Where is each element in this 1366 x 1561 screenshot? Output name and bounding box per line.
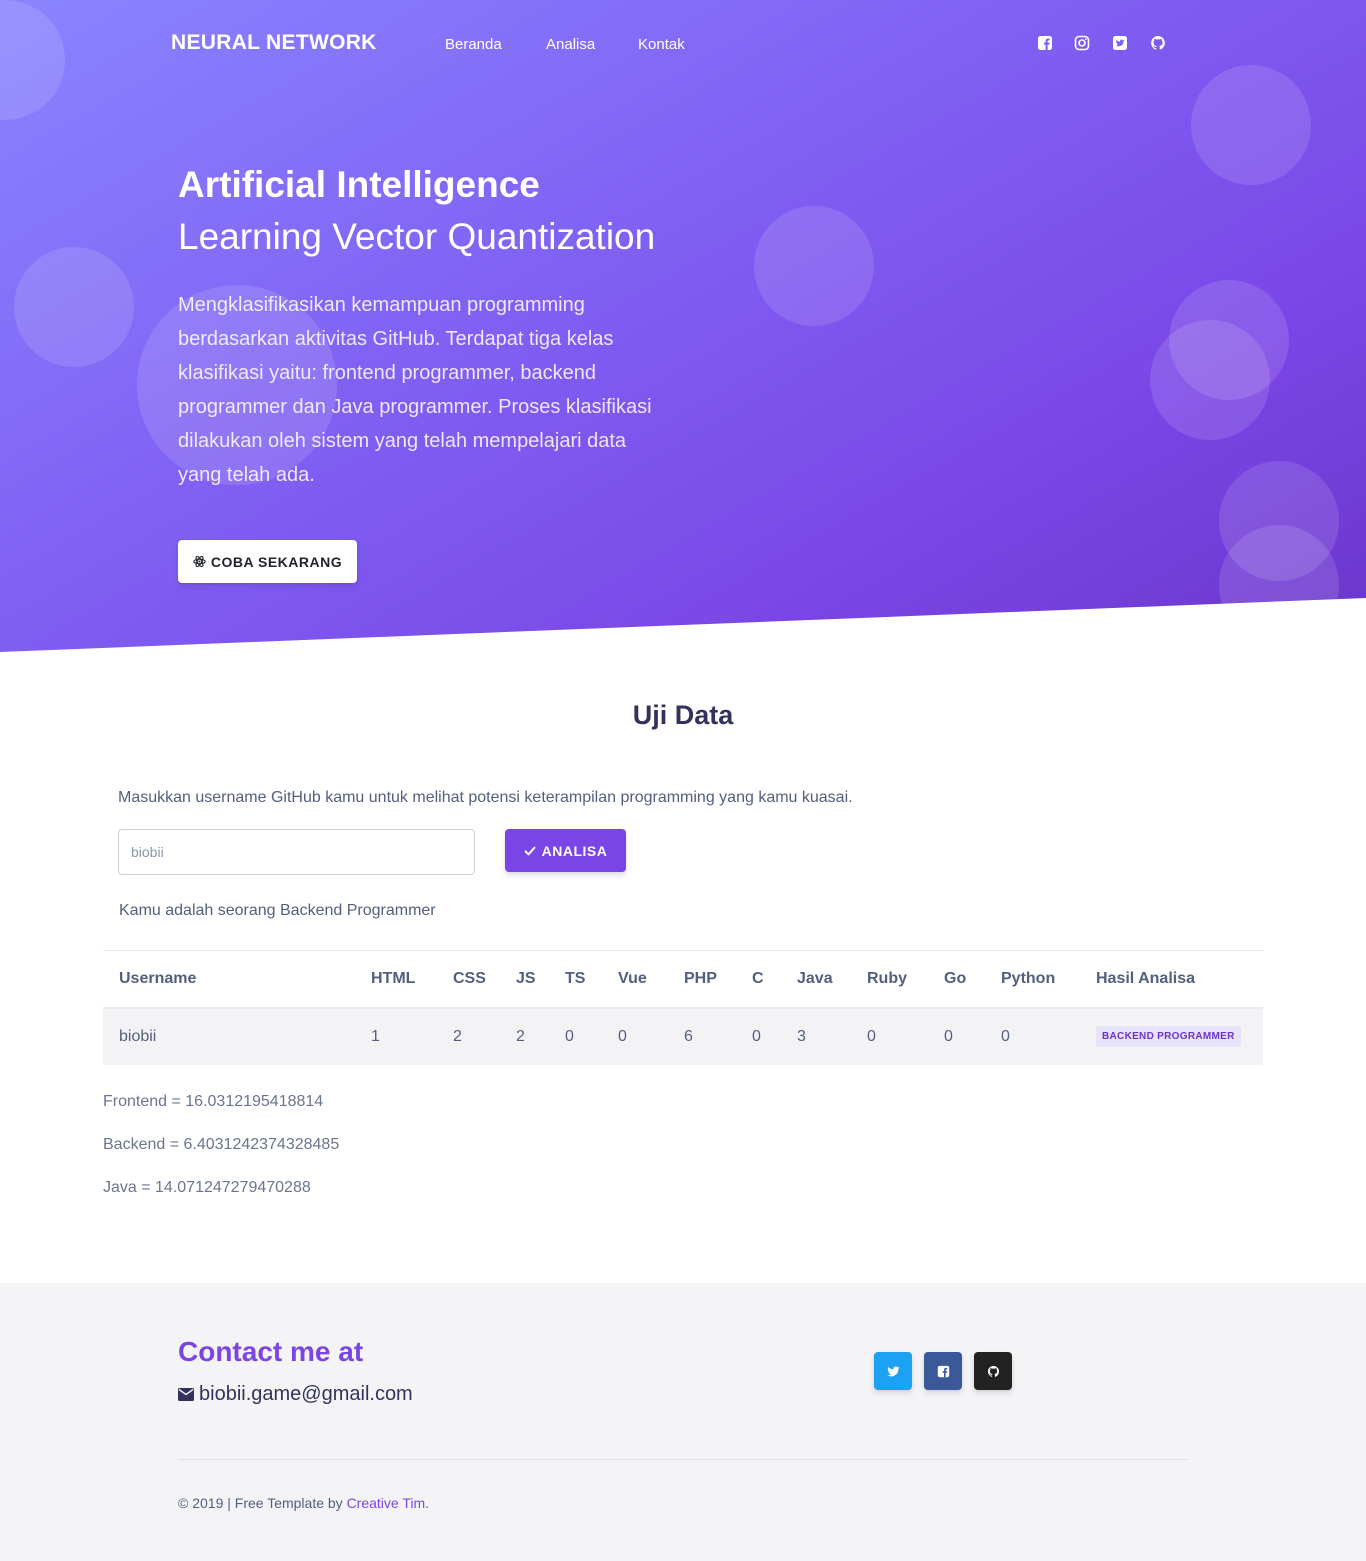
decor-circle	[1150, 320, 1270, 440]
table-cell: 0	[985, 1007, 1080, 1065]
hero-subtitle: Learning Vector Quantization	[178, 216, 656, 257]
results-table: Username HTML CSS JS TS Vue PHP C Java R…	[103, 950, 1263, 1065]
result-text: Kamu adalah seorang Backend Programmer	[119, 902, 436, 919]
table-cell-result: BACKEND PROGRAMMER	[1080, 1007, 1263, 1065]
github-icon[interactable]	[1150, 35, 1166, 51]
column-header: CSS	[437, 950, 500, 1009]
decor-circle	[1191, 65, 1311, 185]
table-row: biobii 1 2 2 0 0 6 0 3 0 0 0 BACKEND PRO…	[103, 1007, 1263, 1065]
column-header: Python	[985, 950, 1080, 1009]
score-java: Java = 14.071247279470288	[103, 1179, 311, 1196]
score-backend: Backend = 6.4031242374328485	[103, 1136, 340, 1153]
column-header: C	[736, 950, 781, 1009]
table-cell: 6	[668, 1007, 736, 1065]
contact-email[interactable]: biobii.game@gmail.com	[178, 1383, 413, 1406]
twitter-icon[interactable]	[1112, 35, 1128, 51]
table-header-row: Username HTML CSS JS TS Vue PHP C Java R…	[103, 950, 1263, 1009]
instagram-icon[interactable]	[1074, 35, 1090, 51]
atom-icon	[193, 555, 206, 568]
result-badge: BACKEND PROGRAMMER	[1096, 1026, 1241, 1047]
nav-link-kontak[interactable]: Kontak	[638, 36, 685, 53]
creative-tim-link[interactable]: Creative Tim	[347, 1495, 426, 1511]
nav-link-beranda[interactable]: Beranda	[445, 36, 502, 53]
contact-email-text: biobii.game@gmail.com	[199, 1383, 413, 1405]
column-header: Java	[781, 950, 851, 1009]
copyright: © 2019 | Free Template by Creative Tim.	[178, 1495, 429, 1511]
envelope-icon	[178, 1388, 194, 1401]
copyright-prefix: © 2019 | Free Template by	[178, 1495, 347, 1511]
column-header: JS	[500, 950, 549, 1009]
table-cell: 3	[781, 1007, 851, 1065]
analyze-button[interactable]: ANALISA	[505, 829, 626, 872]
facebook-icon	[937, 1365, 950, 1378]
table-cell: biobii	[103, 1007, 355, 1065]
username-input[interactable]: biobii	[118, 829, 475, 875]
try-now-label: COBA SEKARANG	[210, 553, 343, 570]
contact-title: Contact me at	[178, 1336, 364, 1367]
try-now-button[interactable]: COBA SEKARANG	[178, 540, 357, 583]
table-cell: 0	[851, 1007, 928, 1065]
facebook-icon[interactable]	[1037, 35, 1053, 51]
column-header: Ruby	[851, 950, 928, 1009]
table-cell: 0	[602, 1007, 668, 1065]
table-cell: 1	[355, 1007, 437, 1065]
analyze-label: ANALISA	[541, 842, 608, 859]
column-header: Go	[928, 950, 985, 1009]
github-icon	[987, 1365, 1000, 1378]
decor-circle	[0, 0, 65, 120]
hero-description: Mengklasifikasikan kemampuan programming…	[178, 294, 652, 486]
table-cell: 0	[736, 1007, 781, 1065]
hero-title: Artificial Intelligence	[178, 164, 540, 205]
twitter-icon	[886, 1365, 900, 1378]
twitter-button[interactable]	[874, 1352, 912, 1390]
table-cell: 2	[437, 1007, 500, 1065]
column-header: TS	[549, 950, 602, 1009]
column-header: Vue	[602, 950, 668, 1009]
footer	[0, 1283, 1366, 1561]
column-header: HTML	[355, 950, 437, 1009]
brand-logo[interactable]: NEURAL NETWORK	[171, 31, 377, 55]
column-header: PHP	[668, 950, 736, 1009]
check-icon	[524, 845, 536, 857]
table-cell: 0	[549, 1007, 602, 1065]
section-title: Uji Data	[632, 700, 734, 730]
decor-circle	[14, 247, 134, 367]
github-button[interactable]	[974, 1352, 1012, 1390]
column-header: Username	[103, 950, 355, 1009]
table-cell: 2	[500, 1007, 549, 1065]
input-prompt: Masukkan username GitHub kamu untuk meli…	[118, 789, 853, 806]
copyright-suffix: .	[425, 1495, 430, 1511]
decor-circle	[754, 206, 874, 326]
column-header: Hasil Analisa	[1080, 950, 1263, 1009]
score-frontend: Frontend = 16.0312195418814	[103, 1093, 324, 1110]
hero-section: NEURAL NETWORK Beranda Analisa Kontak Ar…	[0, 0, 1366, 652]
decor-circle	[1219, 525, 1339, 645]
nav-link-analisa[interactable]: Analisa	[546, 36, 595, 53]
table-cell: 0	[928, 1007, 985, 1065]
footer-divider	[178, 1459, 1188, 1460]
facebook-button[interactable]	[924, 1352, 962, 1390]
